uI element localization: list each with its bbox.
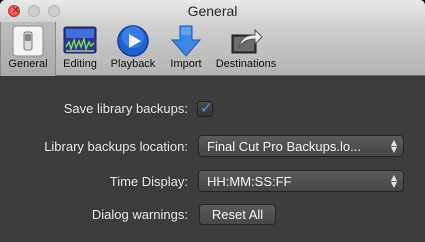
play-icon — [116, 25, 150, 57]
backups-location-value: Final Cut Pro Backups.lo... — [207, 139, 361, 154]
time-display-label: Time Display: — [109, 174, 188, 189]
tab-playback-label: Playback — [110, 58, 156, 70]
tab-destinations-label: Destinations — [215, 58, 277, 70]
tab-editing[interactable]: Editing — [56, 22, 104, 76]
popup-arrows-icon: ▲ ▼ — [390, 138, 397, 154]
backups-location-label: Library backups location: — [44, 139, 188, 154]
preferences-toolbar: General Editing Playback Import Destinat… — [0, 22, 425, 76]
time-display-popup[interactable]: HH:MM:SS:FF ▲ ▼ — [198, 170, 404, 192]
preferences-window: General General — [0, 0, 425, 242]
save-backups-label: Save library backups: — [63, 101, 188, 116]
waveform-icon — [63, 25, 97, 57]
tab-playback[interactable]: Playback — [104, 22, 162, 76]
reset-all-button[interactable]: Reset All — [199, 204, 276, 225]
tab-import[interactable]: Import — [162, 22, 210, 76]
tab-editing-label: Editing — [63, 58, 97, 70]
general-settings-pane: Save library backups: Library backups lo… — [0, 76, 425, 242]
tab-general-label: General — [8, 58, 48, 70]
share-icon — [229, 25, 263, 57]
download-arrow-icon — [169, 25, 203, 57]
title-bar: General — [0, 0, 425, 22]
tab-destinations[interactable]: Destinations — [210, 22, 282, 76]
window-title: General — [187, 3, 238, 19]
dialog-warnings-label: Dialog warnings: — [91, 207, 188, 222]
tab-import-label: Import — [170, 58, 202, 70]
save-backups-checkbox[interactable] — [197, 99, 213, 117]
popup-arrows-icon: ▲ ▼ — [390, 173, 397, 189]
tab-general[interactable]: General — [0, 22, 56, 76]
time-display-value: HH:MM:SS:FF — [207, 174, 292, 189]
switch-icon — [11, 25, 45, 57]
backups-location-popup[interactable]: Final Cut Pro Backups.lo... ▲ ▼ — [198, 135, 404, 157]
